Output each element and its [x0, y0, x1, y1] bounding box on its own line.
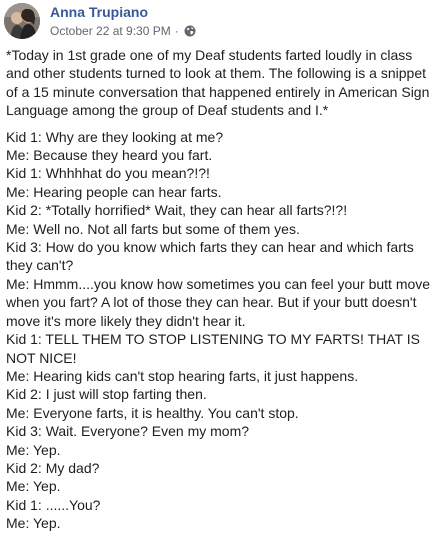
dialogue-line: Kid 1: TELL THEM TO STOP LISTENING TO MY…	[6, 331, 420, 366]
dialogue-line: Me: Well no. Not all farts but some of t…	[6, 220, 300, 237]
dialogue-line: Me: Hearing people can hear farts.	[6, 183, 222, 200]
dialogue-line: Kid 3: Wait. Everyone? Even my mom?	[6, 423, 250, 440]
dialogue-line: Kid 2: *Totally horrified* Wait, they ca…	[6, 202, 348, 219]
avatar-photo-icon	[4, 3, 40, 39]
post-meta: October 22 at 9:30 PM ·	[50, 23, 196, 39]
dialogue-line: Kid 2: My dad?	[6, 459, 100, 476]
dialogue-line: Kid 1: ......You?	[6, 496, 101, 513]
dialogue-line: Me: Yep.	[6, 478, 61, 495]
dialogue-line: Me: Yep.	[6, 441, 61, 458]
dialogue-line: Kid 1: Whhhhat do you mean?!?!	[6, 165, 210, 182]
dialogue-line: Me: Hearing kids can't stop hearing fart…	[6, 367, 359, 384]
dialogue-line: Kid 2: I just will stop farting then.	[6, 386, 207, 403]
avatar[interactable]	[4, 3, 40, 39]
post-header: Anna Trupiano October 22 at 9:30 PM ·	[0, 0, 437, 44]
dialogue-line: Kid 3: How do you know which farts they …	[6, 239, 414, 274]
author-name[interactable]: Anna Trupiano	[50, 3, 148, 21]
meta-separator: ·	[174, 24, 179, 38]
dialogue-line: Me: Hmmm....you know how sometimes you c…	[6, 275, 431, 329]
dialogue-line: Me: Because they heard you fart.	[6, 147, 213, 164]
dialogue-line: Kid 1: Why are they looking at me?	[6, 128, 224, 145]
post-intro: *Today in 1st grade one of my Deaf stude…	[6, 47, 430, 119]
dialogue-line: Me: Yep.	[6, 515, 61, 532]
globe-icon[interactable]	[184, 25, 196, 37]
dialogue-line: Me: Everyone farts, it is healthy. You c…	[6, 404, 299, 421]
post-body: *Today in 1st grade one of my Deaf stude…	[6, 46, 431, 533]
post-timestamp[interactable]: October 22 at 9:30 PM	[50, 23, 171, 39]
